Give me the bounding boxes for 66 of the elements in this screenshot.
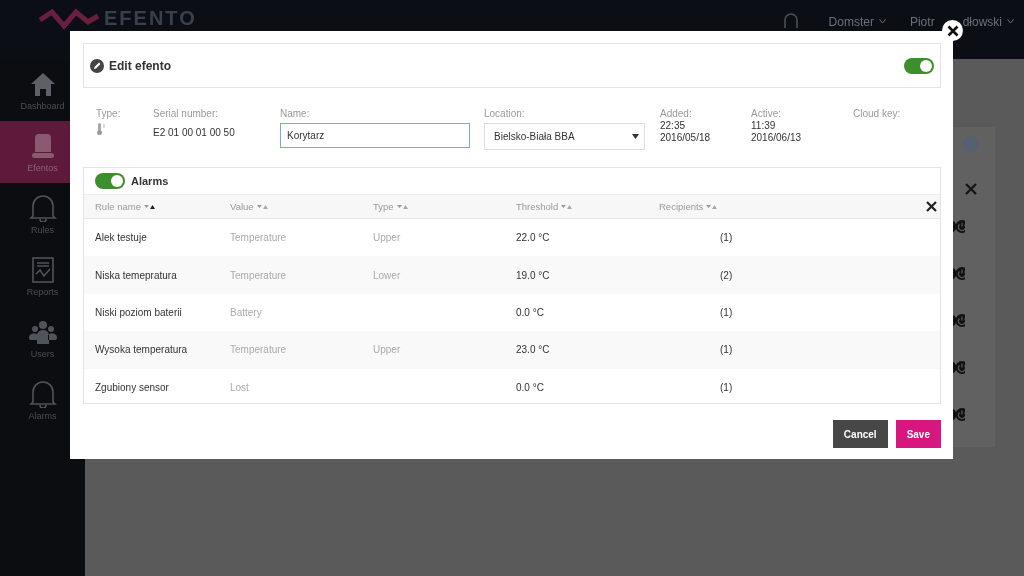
pencil-icon [90, 58, 104, 73]
location-select[interactable]: Bielsko-Biała BBA [484, 123, 645, 150]
table-cell: Wysoka temperatura [95, 344, 188, 356]
table-cell: Zgubiony sensor [95, 381, 169, 393]
table-cell: Temperature [230, 344, 287, 356]
caret-icon[interactable] [632, 134, 639, 139]
bell-icon [27, 193, 58, 222]
name-field[interactable]: Korytarz [280, 123, 470, 148]
table-cell: Upper [373, 344, 401, 356]
added-time: 22:35 [660, 120, 687, 131]
field-label: Active: [751, 108, 782, 119]
column-header[interactable]: Rule name [95, 201, 141, 212]
table-cell: Upper [373, 232, 401, 244]
dialog-title: Edit efento [109, 58, 171, 73]
added-date: 2016/05/18 [660, 132, 712, 143]
sidebar-item[interactable]: Alarms [0, 369, 85, 431]
sort-icon[interactable] [143, 203, 156, 210]
table-cell: 22.0 °C [516, 232, 550, 244]
chevron-icon[interactable] [1007, 19, 1014, 24]
company-menu[interactable]: Domster [828, 14, 874, 29]
alarms-toggle[interactable] [95, 173, 125, 189]
column-header[interactable]: Recipients [659, 201, 704, 212]
column-header[interactable]: Type [373, 201, 394, 212]
field-label: Added: [660, 108, 693, 119]
table-cell: Lost [230, 381, 249, 393]
table-cell: (2) [720, 269, 733, 281]
table-cell: (1) [720, 344, 733, 356]
column-header[interactable]: Threshold [516, 201, 559, 212]
enabled-toggle[interactable] [904, 57, 934, 74]
user-name[interactable]: Piotr [909, 14, 935, 29]
sidebar-item[interactable]: Users [0, 307, 85, 369]
table-cell: Alek testuje [95, 232, 147, 244]
field-label: Cloud key: [853, 108, 901, 119]
close-icon[interactable] [926, 201, 937, 212]
chevron-icon[interactable] [878, 19, 886, 24]
table-cell: (1) [720, 381, 733, 393]
column-header[interactable]: Value [230, 201, 254, 212]
active-time: 11:39 [751, 120, 777, 131]
logo-icon [38, 7, 100, 30]
table-cell: Niska temepratura [95, 269, 177, 281]
bell-icon [27, 379, 58, 408]
active-date: 2016/06/13 [751, 132, 803, 143]
table-cell: 0.0 °C [516, 306, 544, 318]
table-cell: Niski poziom baterii [95, 306, 182, 318]
table-cell: (1) [720, 232, 733, 244]
table-cell: 0.0 °C [516, 381, 544, 393]
field-label: Location: [484, 108, 526, 119]
table-cell: 23.0 °C [516, 344, 550, 356]
field-label: Serial number: [153, 108, 220, 119]
field-label: Name: [280, 108, 311, 119]
field-label: Type: [96, 108, 122, 119]
table-cell: (1) [720, 306, 733, 318]
table-cell: Lower [373, 269, 401, 281]
table-cell: Temperature [230, 232, 287, 244]
sidebar-item[interactable]: Dashboard [0, 59, 85, 121]
user-name[interactable]: dłowski [962, 14, 1002, 29]
alarms-title: Alarms [131, 175, 169, 187]
table-cell: Battery [230, 306, 262, 318]
thermometer-icon [96, 123, 106, 135]
sidebar-item[interactable]: Rules [0, 183, 85, 245]
sidebar-item[interactable]: Reports [0, 245, 85, 307]
save-button[interactable]: Save [895, 420, 941, 448]
table-cell: Temperature [230, 269, 287, 281]
serial-number: E2 01 00 01 00 50 [153, 127, 236, 138]
table-cell: 19.0 °C [516, 269, 550, 281]
cancel-button[interactable]: Cancel [832, 420, 888, 448]
